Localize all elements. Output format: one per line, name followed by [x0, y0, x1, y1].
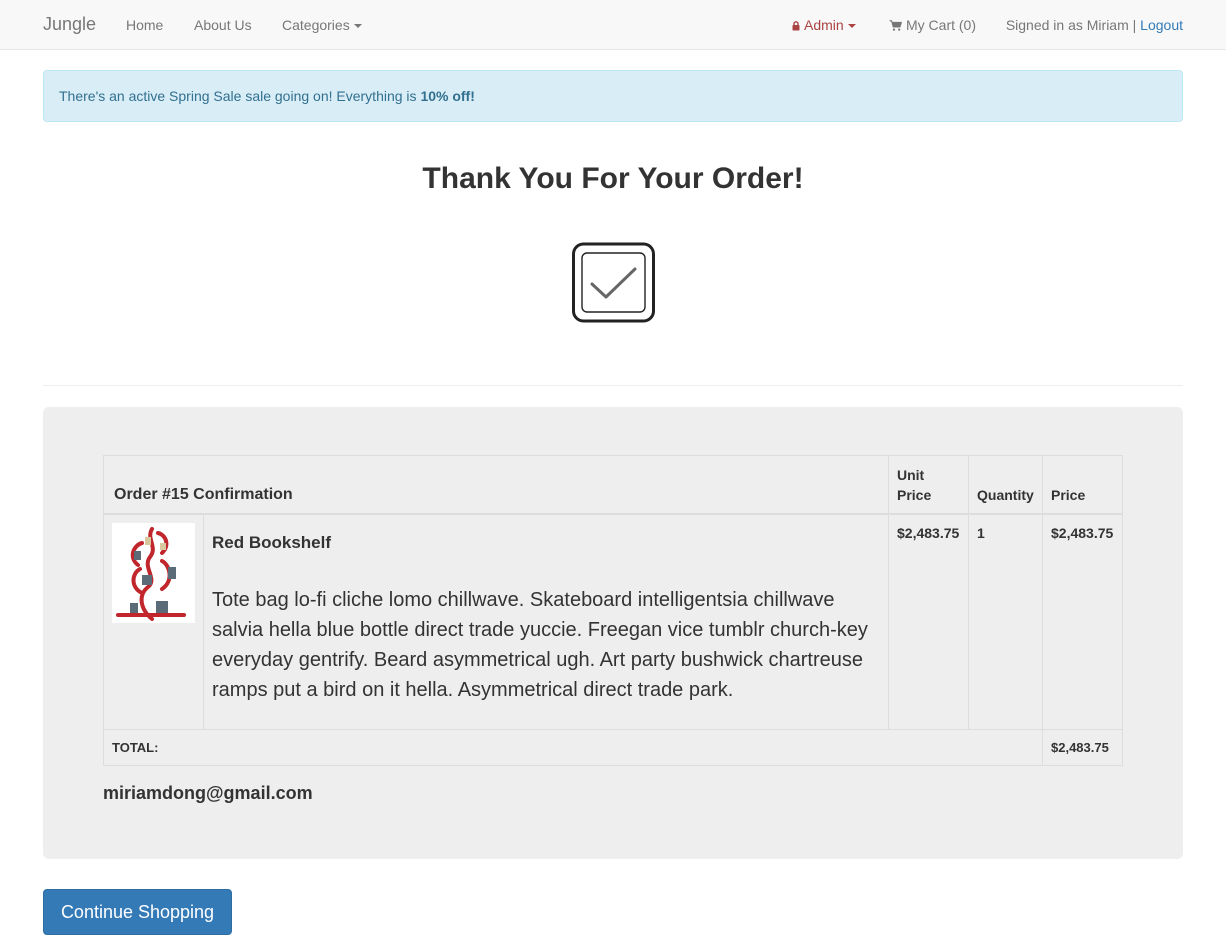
order-heading: Order #15 Confirmation: [103, 455, 889, 515]
sale-alert: There's an active Spring Sale sale going…: [43, 70, 1183, 122]
lock-icon: [792, 21, 800, 31]
unit-price-cell: $2,483.75: [888, 513, 969, 730]
total-value: $2,483.75: [1042, 728, 1123, 766]
sale-alert-text: There's an active Spring Sale sale going…: [59, 88, 421, 104]
nav-cart[interactable]: My Cart (0): [889, 17, 976, 33]
col-price: Price: [1042, 455, 1123, 515]
brand-link[interactable]: Jungle: [43, 14, 96, 35]
nav-admin-label: Admin: [804, 17, 844, 33]
caret-down-icon: [847, 24, 856, 29]
table-row: Red Bookshelf Tote bag lo-fi cliche lomo…: [103, 513, 1123, 730]
total-label: TOTAL:: [103, 728, 1043, 766]
checkbox-check-icon: [571, 242, 656, 324]
quantity-cell: 1: [968, 513, 1043, 730]
signed-in-status: Signed in as Miriam | Logout: [1006, 17, 1183, 33]
shopping-cart-icon: [889, 20, 902, 31]
nav-home[interactable]: Home: [126, 17, 163, 33]
nav-about[interactable]: About Us: [194, 17, 252, 33]
product-details-cell: Red Bookshelf Tote bag lo-fi cliche lomo…: [203, 513, 889, 730]
total-row: TOTAL: $2,483.75: [103, 728, 1123, 766]
product-description: Tote bag lo-fi cliche lomo chillwave. Sk…: [212, 588, 868, 701]
order-panel: Order #15 Confirmation Unit Price Quanti…: [43, 407, 1183, 859]
divider: [43, 385, 1183, 386]
customer-email: miriamdong@gmail.com: [103, 783, 313, 803]
continue-shopping-button[interactable]: Continue Shopping: [43, 889, 232, 935]
separator: |: [1132, 17, 1137, 33]
signed-in-text: Signed in as Miriam: [1005, 17, 1129, 33]
logout-link[interactable]: Logout: [1140, 17, 1183, 33]
col-unit-price: Unit Price: [888, 455, 969, 515]
order-table: Order #15 Confirmation Unit Price Quanti…: [103, 455, 1123, 766]
nav-cart-label: My Cart (0): [906, 17, 976, 33]
caret-down-icon: [353, 24, 362, 29]
col-quantity: Quantity: [968, 455, 1043, 515]
nav-admin-dropdown[interactable]: Admin: [792, 17, 856, 33]
price-cell: $2,483.75: [1042, 513, 1123, 730]
product-image-cell: [103, 513, 204, 730]
sale-alert-discount: 10% off!: [420, 88, 475, 104]
nav-categories-label: Categories: [282, 17, 350, 33]
page-title: Thank You For Your Order!: [422, 162, 804, 195]
navbar: Jungle Home About Us Categories Admin My…: [0, 0, 1226, 50]
product-image: [112, 522, 195, 623]
product-name: Red Bookshelf: [212, 532, 332, 552]
nav-categories-dropdown[interactable]: Categories: [282, 17, 362, 33]
